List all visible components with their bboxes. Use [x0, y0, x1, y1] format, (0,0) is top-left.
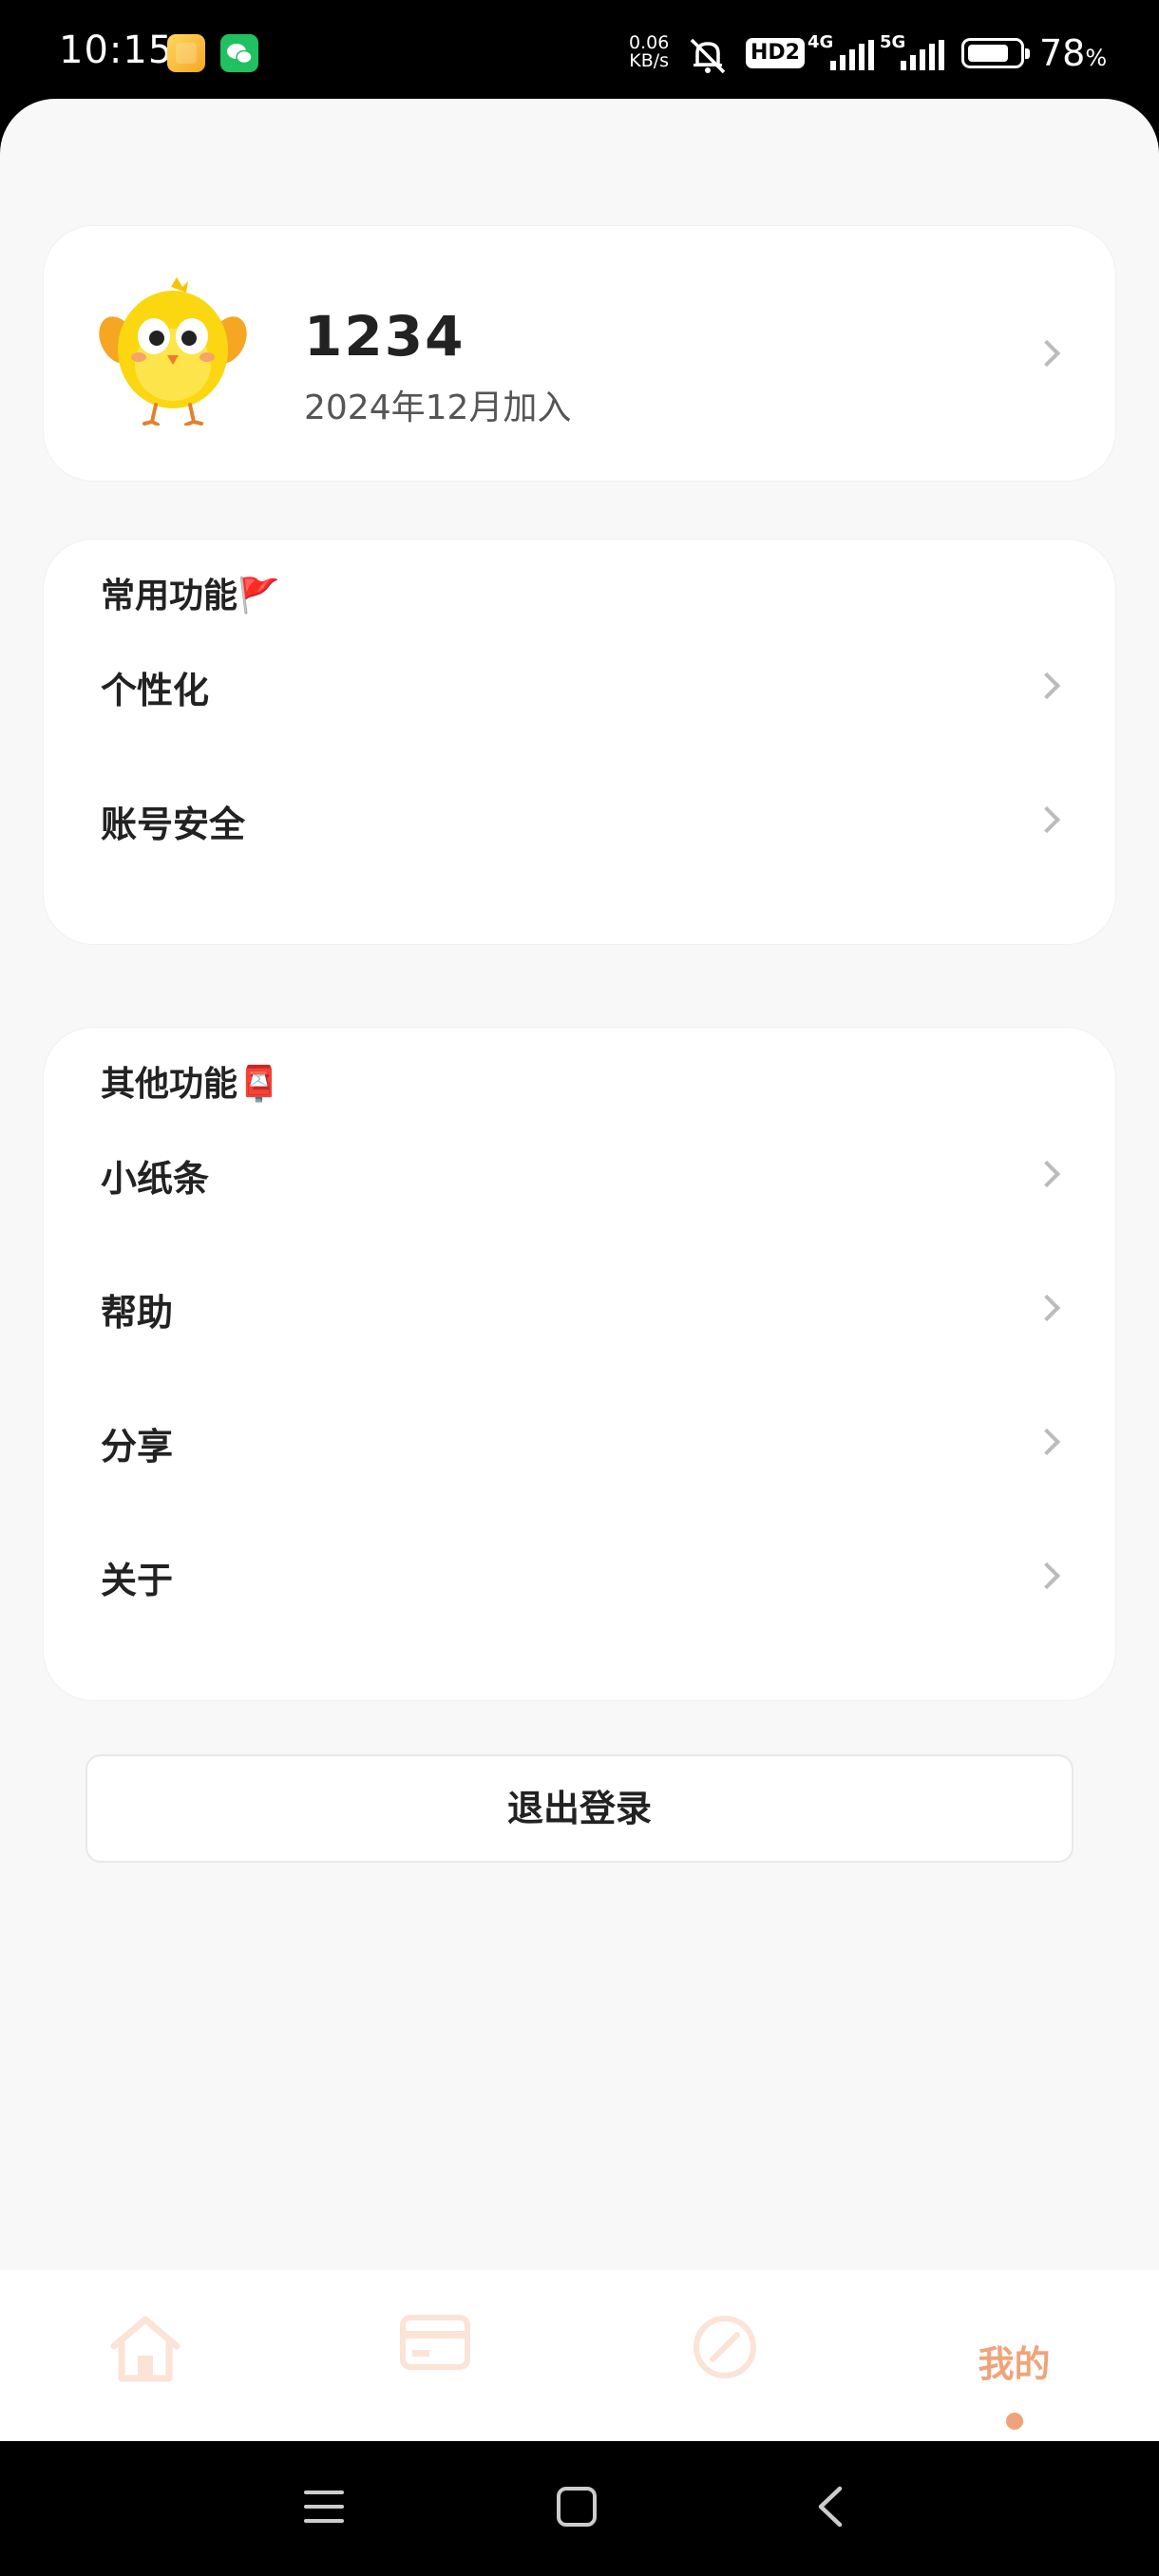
network-speed-unit: KB/s — [629, 50, 670, 71]
mute-bell-icon — [686, 36, 730, 78]
username: 1234 — [304, 304, 466, 369]
signal-5g-icon — [897, 40, 946, 74]
system-nav-bar — [0, 2441, 1159, 2576]
other-functions-card: 其他功能📮 小纸条 帮助 分享 关于 — [44, 1028, 1115, 1700]
chevron-right-icon — [1033, 1428, 1061, 1456]
profile-card[interactable]: 1234 2024年12月加入 — [44, 226, 1115, 481]
chevron-right-icon — [1033, 1160, 1061, 1188]
tab-mine-label: 我的 — [978, 2343, 1051, 2385]
chevron-right-icon — [1033, 1294, 1061, 1322]
menu-item-label: 个性化 — [101, 670, 210, 711]
wechat-app-icon — [220, 34, 258, 72]
menu-item-account-security[interactable]: 账号安全 — [44, 753, 1115, 886]
hd-badge: HD2 — [746, 38, 805, 68]
compass-icon — [692, 2314, 758, 2384]
menu-item-share[interactable]: 分享 — [44, 1375, 1115, 1508]
menu-item-label: 关于 — [101, 1560, 174, 1601]
menu-item-notes[interactable]: 小纸条 — [44, 1108, 1115, 1241]
battery-percent-unit: % — [1085, 45, 1108, 71]
chick-avatar-icon — [97, 274, 249, 426]
chevron-right-icon — [1033, 1562, 1061, 1590]
tab-home[interactable] — [0, 2270, 290, 2441]
gallery-app-icon — [167, 34, 205, 72]
menu-item-about[interactable]: 关于 — [44, 1509, 1115, 1642]
back-icon[interactable] — [811, 2485, 849, 2529]
tab-discover[interactable] — [580, 2270, 869, 2441]
menu-item-label: 帮助 — [101, 1292, 174, 1334]
battery-percent: 78% — [1039, 32, 1107, 74]
section-title-common: 常用功能🚩 — [101, 577, 280, 616]
menu-icon[interactable] — [302, 2485, 346, 2529]
card-icon — [399, 2314, 471, 2375]
logout-button[interactable]: 退出登录 — [86, 1754, 1074, 1863]
app-screen: 1234 2024年12月加入 常用功能🚩 个性化 账号安全 其他功能📮 小纸条… — [0, 99, 1159, 2441]
battery-percent-value: 78 — [1039, 32, 1086, 74]
signal-4g-icon — [826, 40, 876, 74]
menu-item-label: 分享 — [101, 1426, 174, 1468]
tab-card[interactable] — [290, 2270, 580, 2441]
chevron-right-icon — [1033, 672, 1061, 700]
status-time: 10:15 — [59, 28, 174, 72]
active-tab-indicator — [1005, 2413, 1023, 2430]
chevron-right-icon — [1033, 339, 1061, 368]
battery-fill — [968, 45, 1009, 62]
common-functions-card: 常用功能🚩 个性化 账号安全 — [44, 540, 1115, 944]
chevron-right-icon — [1033, 805, 1061, 834]
home-square-icon[interactable] — [555, 2485, 598, 2529]
tab-mine[interactable]: 我的 — [869, 2270, 1159, 2441]
status-bar: 10:15 0.06 KB/s HD2 4G 5G 78% — [0, 0, 1159, 104]
menu-item-personalization[interactable]: 个性化 — [44, 619, 1115, 752]
menu-item-label: 小纸条 — [101, 1158, 210, 1200]
home-icon — [108, 2314, 182, 2386]
network-speed: 0.06 KB/s — [629, 34, 669, 70]
bottom-nav: 我的 — [0, 2270, 1159, 2441]
battery-icon — [961, 38, 1030, 68]
menu-item-help[interactable]: 帮助 — [44, 1241, 1115, 1374]
menu-item-label: 账号安全 — [101, 804, 246, 845]
join-date: 2024年12月加入 — [304, 388, 572, 427]
section-title-other: 其他功能📮 — [101, 1065, 280, 1104]
